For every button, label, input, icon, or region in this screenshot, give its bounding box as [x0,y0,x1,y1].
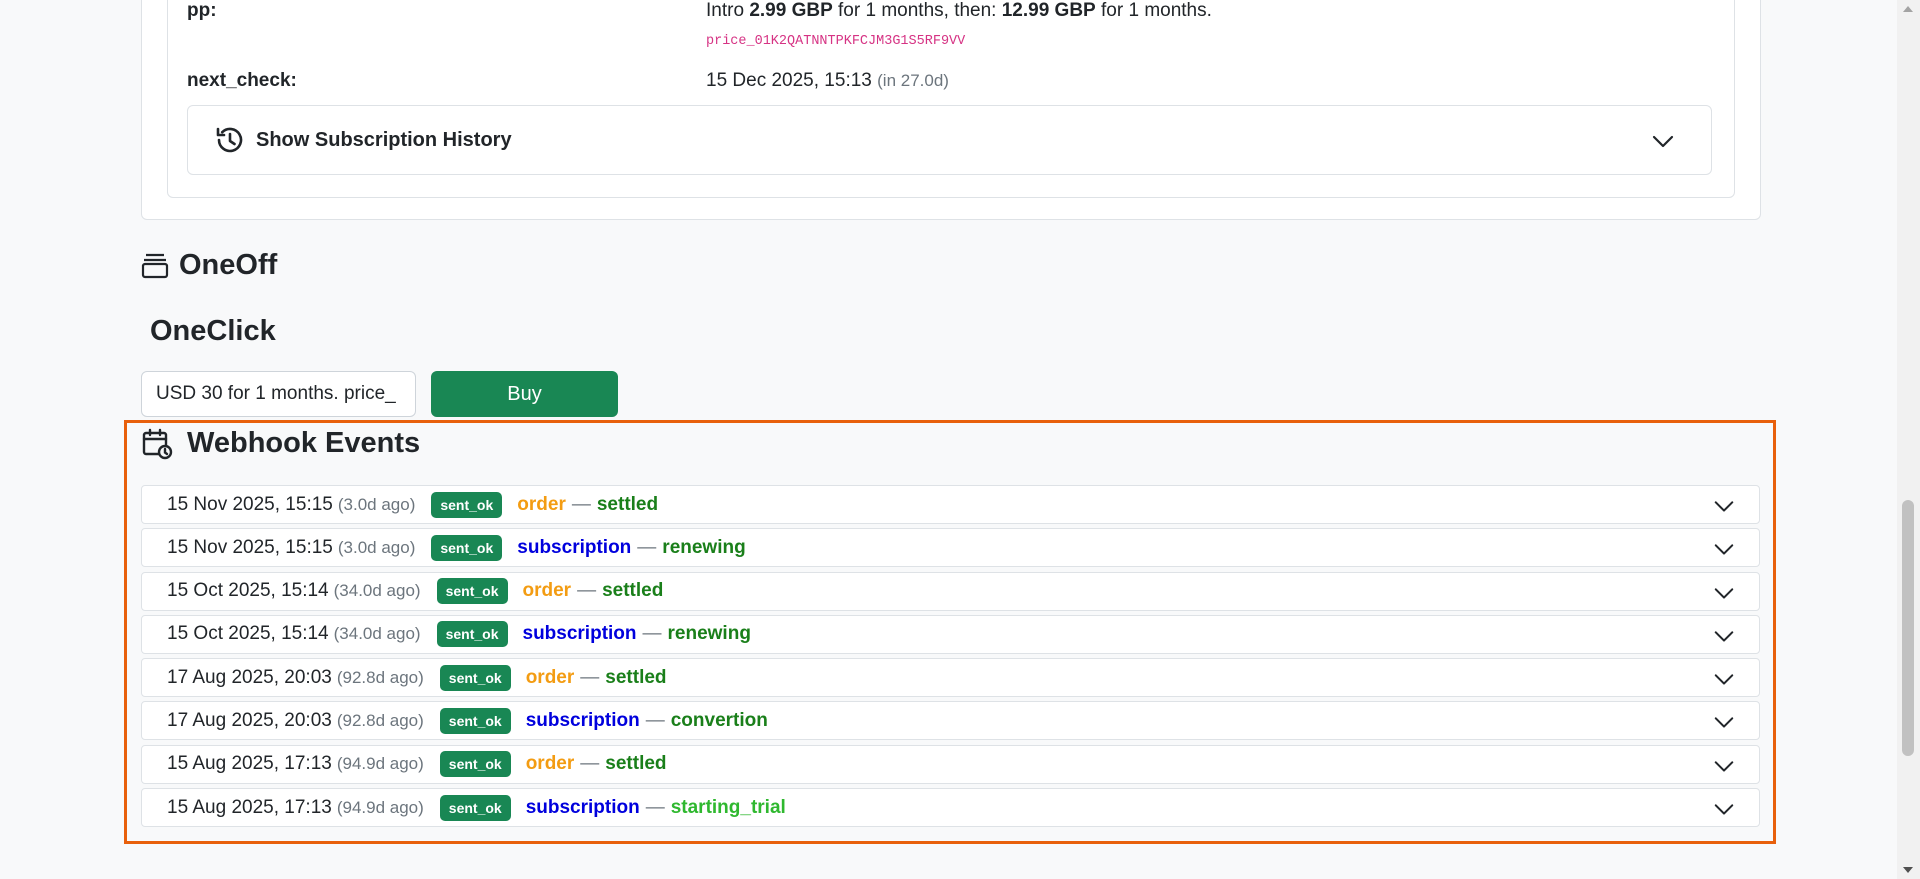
scrollbar-thumb[interactable] [1902,500,1914,756]
webhook-event-row[interactable]: 15 Aug 2025, 17:13 (94.9d ago) sent_ok subs… [141,788,1760,828]
status-badge: sent_ok [431,534,503,561]
event-status: settled [605,666,667,688]
webhook-event-row[interactable]: 15 Aug 2025, 17:13 (94.9d ago) sent_ok orde… [141,744,1760,784]
status-badge: sent_ok [436,621,508,648]
next-check-label: next_check: [187,70,297,91]
status-badge: sent_ok [439,794,511,821]
event-type: order [522,580,572,602]
event-date: 15 Oct 2025, 15:14 [167,623,329,645]
event-separator: — [645,709,665,731]
event-ago: (34.0d ago) [333,624,421,644]
event-date: 15 Aug 2025, 17:13 [167,796,332,818]
chevron-down-icon[interactable] [1713,711,1735,739]
event-date: 15 Nov 2025, 15:15 [167,493,333,515]
event-ago: (92.8d ago) [336,667,424,687]
next-check-relative: (in 27.0d) [877,71,949,90]
webhook-event-row[interactable]: 15 Oct 2025, 15:14 (34.0d ago) sent_ok orde… [141,571,1760,611]
webhook-event-row[interactable]: 15 Oct 2025, 15:14 (34.0d ago) sent_ok subs… [141,614,1760,654]
status-badge: sent_ok [436,578,508,605]
next-check-value: 15 Dec 2025, 15:13 (in 27.0d) [706,70,949,91]
webhook-event-row[interactable]: 17 Aug 2025, 20:03 (92.8d ago) sent_ok orde… [141,658,1760,698]
chevron-down-icon[interactable] [1713,668,1735,696]
event-type: subscription [522,623,637,645]
chevron-down-icon[interactable] [1713,495,1735,523]
event-status: settled [605,753,667,775]
webhook-events-heading: Webhook Events [141,427,420,460]
chevron-down-icon [1651,129,1675,158]
history-button-label: Show Subscription History [256,128,512,151]
show-subscription-history-button[interactable]: Show Subscription History [187,105,1712,175]
event-status: settled [602,580,664,602]
event-ago: (94.9d ago) [336,754,424,774]
oneoff-heading: OneOff [141,249,277,282]
event-ago: (34.0d ago) [333,581,421,601]
buy-button[interactable]: Buy [431,371,618,417]
event-status: renewing [667,623,751,645]
pp-label: pp: [187,0,217,21]
event-separator: — [571,493,591,515]
chevron-down-icon[interactable] [1713,582,1735,610]
event-date: 17 Aug 2025, 20:03 [167,709,332,731]
event-separator: — [645,796,665,818]
event-ago: (92.8d ago) [336,710,424,730]
event-type: order [525,666,575,688]
oneclick-heading: OneClick [150,315,276,347]
event-type: order [525,753,575,775]
event-type: subscription [525,796,640,818]
chevron-down-icon[interactable] [1713,755,1735,783]
scroll-up-arrow-icon[interactable] [1903,6,1913,12]
webhook-events-list: 15 Nov 2025, 15:15 (3.0d ago) sent_ok order… [141,485,1760,831]
event-status: settled [596,493,659,515]
scrollbar[interactable] [1897,0,1920,879]
status-badge: sent_ok [439,751,511,778]
event-date: 15 Oct 2025, 15:14 [167,580,329,602]
event-ago: (3.0d ago) [337,494,416,514]
event-type: subscription [517,536,632,558]
pp-value: Intro 2.99 GBP for 1 months, then: 12.99… [706,0,1212,21]
status-badge: sent_ok [431,491,503,518]
event-date: 15 Aug 2025, 17:13 [167,753,332,775]
chevron-down-icon[interactable] [1713,538,1735,566]
calendar-clock-icon [141,428,173,460]
webhook-event-row[interactable]: 15 Nov 2025, 15:15 (3.0d ago) sent_ok order… [141,485,1760,524]
history-icon [214,124,246,156]
chevron-down-icon[interactable] [1713,798,1735,826]
event-type: order [517,493,566,515]
event-date: 17 Aug 2025, 20:03 [167,666,332,688]
event-status: renewing [662,536,746,558]
event-status: starting_trial [670,796,786,818]
intro-price: 2.99 GBP [749,0,833,21]
scroll-down-arrow-icon[interactable] [1903,867,1913,873]
chevron-down-icon[interactable] [1713,625,1735,653]
price-id: price_01K2QATNNTPKFCJM3G1S5RF9VV [706,34,966,49]
event-separator: — [580,753,600,775]
event-status: convertion [670,709,768,731]
event-type: subscription [525,709,640,731]
webhook-event-row[interactable]: 17 Aug 2025, 20:03 (92.8d ago) sent_ok subs… [141,701,1760,741]
event-separator: — [642,623,662,645]
stack-icon [141,252,169,280]
event-ago: (94.9d ago) [336,797,424,817]
oneclick-price-select[interactable]: USD 30 for 1 months. price_ [141,371,416,417]
event-ago: (3.0d ago) [337,537,416,557]
status-badge: sent_ok [439,707,511,734]
webhook-event-row[interactable]: 15 Nov 2025, 15:15 (3.0d ago) sent_ok subsc… [141,528,1760,568]
event-separator: — [637,536,657,558]
full-price: 12.99 GBP [1001,0,1096,21]
event-separator: — [580,666,600,688]
event-date: 15 Nov 2025, 15:15 [167,536,333,558]
event-separator: — [577,580,597,602]
status-badge: sent_ok [439,664,511,691]
